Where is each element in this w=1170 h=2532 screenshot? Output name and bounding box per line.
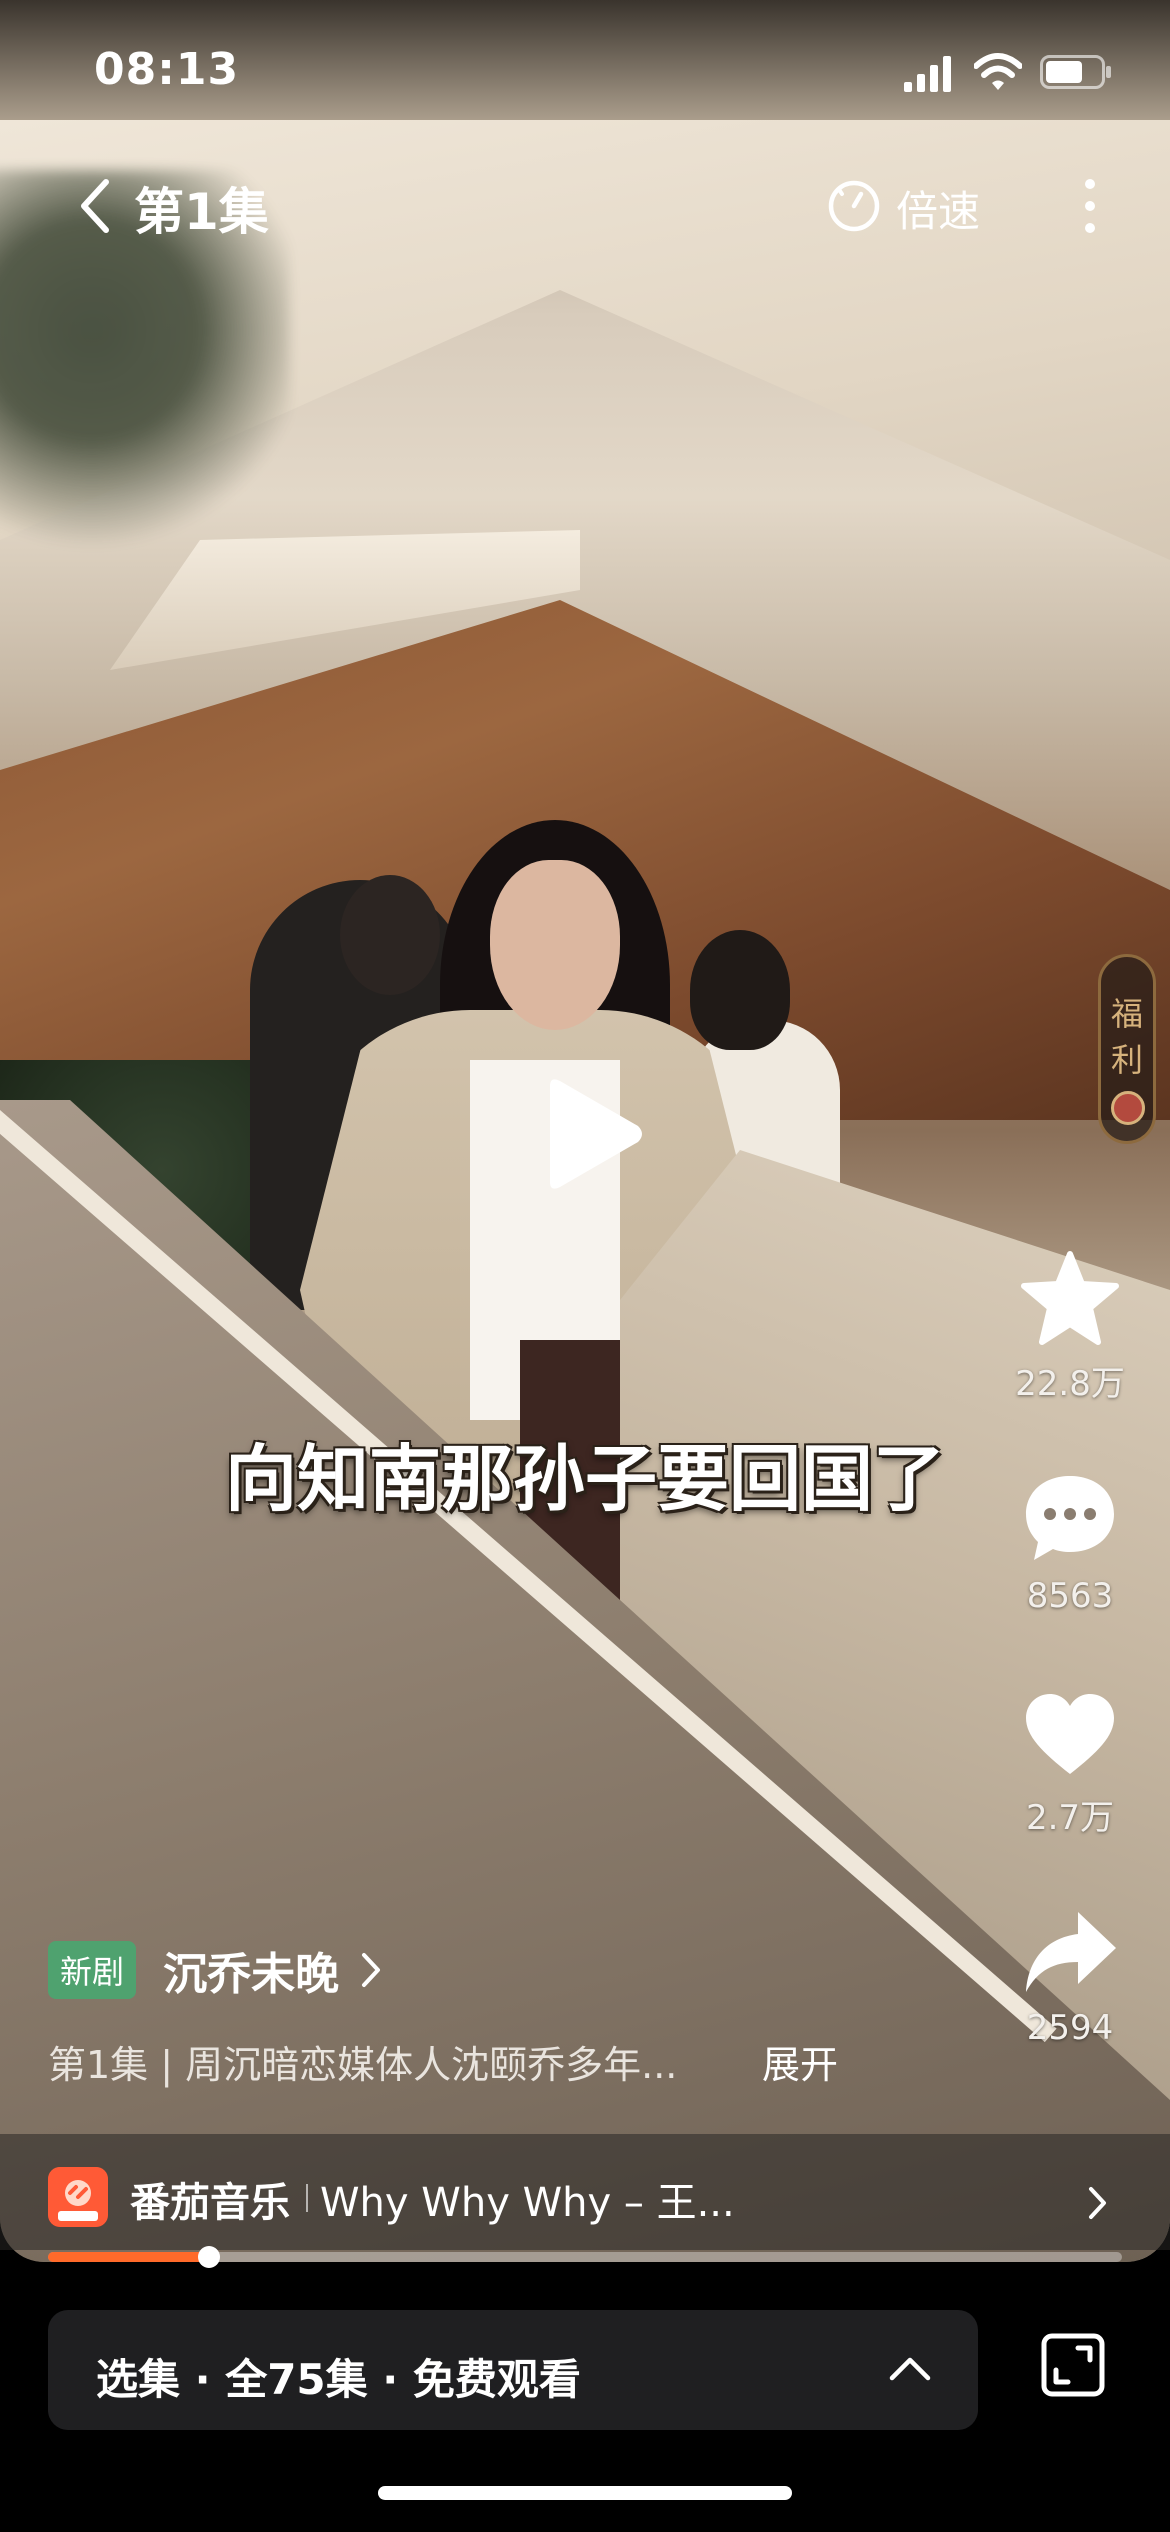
chevron-right-icon: [1089, 2187, 1106, 2219]
episode-selector-button[interactable]: 选集 · 全75集 · 免费观看: [48, 2310, 978, 2430]
playback-progress-bar[interactable]: [48, 2246, 1122, 2268]
tomato-music-app-icon: [48, 2167, 108, 2227]
music-divider: [306, 2184, 308, 2212]
battery-icon: [1040, 55, 1111, 89]
comment-bubble-icon: [1026, 1476, 1114, 1560]
episode-title: 第1集: [134, 183, 269, 241]
drama-title-row[interactable]: 新剧 沉乔未晚: [48, 1938, 948, 2002]
music-track-title: Why Why Why – 王...: [320, 2180, 735, 2226]
back-chevron-icon[interactable]: [76, 176, 116, 236]
playback-speed-icon[interactable]: [826, 178, 882, 234]
collect-button[interactable]: 22.8万: [1000, 1250, 1140, 1405]
music-app-name: 番茄音乐: [130, 2180, 290, 2226]
fullscreen-icon[interactable]: [1040, 2332, 1106, 2398]
video-scene-background-woman-head: [690, 930, 790, 1050]
comment-button[interactable]: 8563: [1000, 1470, 1140, 1616]
music-bar[interactable]: 番茄音乐 Why Why Why – 王...: [0, 2134, 1170, 2250]
share-arrow-icon: [1026, 1912, 1116, 1992]
like-count: 2.7万: [1025, 1798, 1115, 1838]
playback-speed-button[interactable]: 倍速: [896, 178, 980, 239]
share-count: 2594: [1026, 2008, 1114, 2048]
video-scene-man-head: [340, 875, 440, 995]
cellular-signal-icon: [904, 56, 951, 92]
new-drama-badge: 新剧: [48, 1941, 137, 1999]
status-time: 08:13: [94, 44, 240, 95]
video-scene-woman-face: [490, 860, 620, 1030]
playback-progress-handle[interactable]: [198, 2246, 221, 2268]
play-icon[interactable]: [528, 1074, 648, 1194]
welfare-badge[interactable]: 福利: [1098, 954, 1156, 1144]
top-nav: 第1集 倍速: [0, 170, 1170, 241]
wifi-icon: [974, 53, 1022, 90]
comment-count: 8563: [1026, 1576, 1114, 1616]
collect-count: 22.8万: [1015, 1364, 1125, 1404]
welfare-coin-icon: [1111, 1091, 1145, 1125]
expand-description-button[interactable]: 展开: [762, 2034, 838, 2089]
episode-description: 第1集 | 周沉暗恋媒体人沈颐乔多年...: [48, 2043, 678, 2087]
drama-title[interactable]: 沉乔未晚: [163, 1938, 339, 2002]
home-indicator: [378, 2486, 792, 2500]
status-bar: 08:13: [0, 0, 1170, 150]
episode-selector-label: 选集 · 全75集 · 免费观看: [96, 2355, 581, 2404]
video-subtitle: 向知南那孙子要回国了: [224, 1436, 945, 1521]
star-icon: [1021, 1251, 1119, 1345]
more-options-icon[interactable]: [1074, 176, 1106, 236]
chevron-up-icon: [889, 2357, 931, 2381]
welfare-label: 福利: [1110, 995, 1143, 1079]
chevron-right-icon: [362, 1953, 381, 1987]
like-button[interactable]: 2.7万: [1000, 1690, 1140, 1839]
playback-progress-fill: [48, 2252, 210, 2262]
share-button[interactable]: 2594: [1000, 1908, 1140, 2048]
heart-icon: [1026, 1694, 1114, 1774]
